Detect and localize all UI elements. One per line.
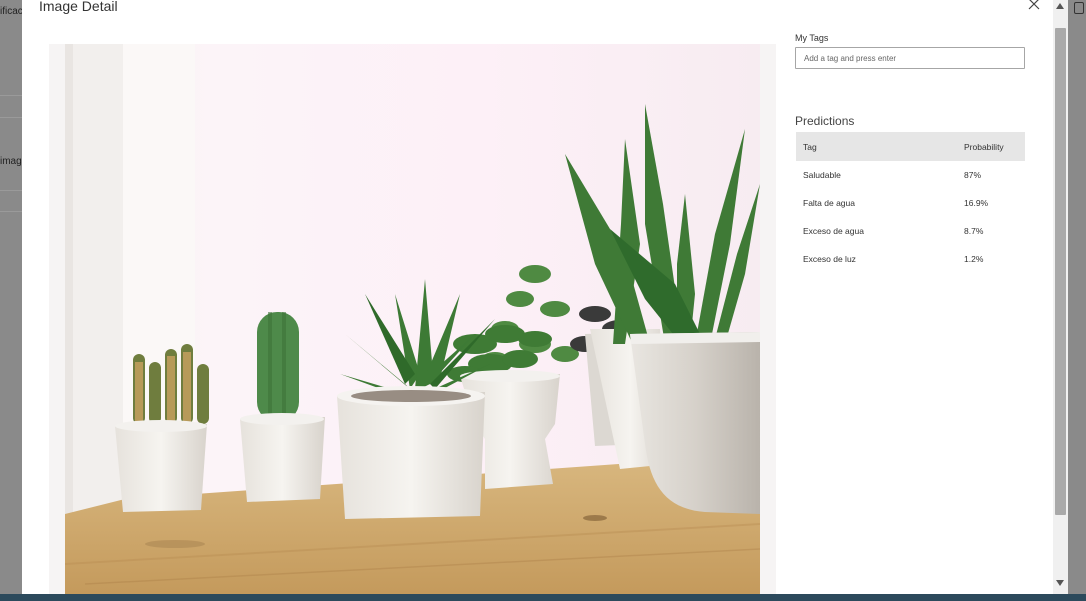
background-page-left: ificac image — [0, 0, 22, 601]
prediction-tag: Falta de agua — [803, 198, 855, 208]
my-tags-label: My Tags — [795, 33, 829, 43]
scroll-down-icon[interactable] — [1056, 580, 1064, 586]
background-divider — [0, 190, 22, 191]
dialog-title: Image Detail — [39, 0, 118, 14]
prediction-probability: 8.7% — [964, 226, 984, 236]
table-header-row: Tag Probability — [796, 132, 1025, 161]
scroll-up-icon[interactable] — [1056, 3, 1064, 9]
background-divider — [0, 95, 22, 96]
image-preview-frame — [49, 44, 776, 594]
predictions-table: Tag Probability Saludable 87% Falta de a… — [796, 132, 1025, 273]
table-row: Exceso de agua 8.7% — [796, 217, 1025, 245]
background-text-fragment: ificac — [0, 6, 22, 17]
background-button — [1074, 2, 1084, 14]
column-header-tag: Tag — [796, 132, 957, 161]
table-row: Saludable 87% — [796, 161, 1025, 189]
prediction-tag: Exceso de agua — [803, 226, 864, 236]
background-taskbar-strip — [0, 594, 1086, 601]
column-header-probability: Probability — [957, 132, 1025, 161]
prediction-probability: 16.9% — [964, 198, 989, 208]
background-page-right — [1068, 0, 1086, 601]
prediction-probability: 87% — [964, 170, 982, 180]
image-detail-dialog: Image Detail My Tags Add a tag and press… — [22, 0, 1068, 594]
background-text-fragment: image — [0, 156, 22, 167]
close-icon[interactable] — [1026, 0, 1042, 12]
tag-input[interactable] — [795, 47, 1025, 69]
plant-photo — [65, 44, 760, 594]
dialog-scrollbar[interactable] — [1053, 0, 1068, 594]
table-row: Exceso de luz 1.2% — [796, 245, 1025, 273]
prediction-probability: 1.2% — [964, 254, 984, 264]
scroll-thumb[interactable] — [1055, 28, 1066, 515]
background-divider — [0, 117, 22, 118]
table-row: Falta de agua 16.9% — [796, 189, 1025, 217]
prediction-tag: Saludable — [803, 170, 841, 180]
background-divider — [0, 211, 22, 212]
predictions-heading: Predictions — [795, 114, 855, 128]
prediction-tag: Exceso de luz — [803, 254, 856, 264]
